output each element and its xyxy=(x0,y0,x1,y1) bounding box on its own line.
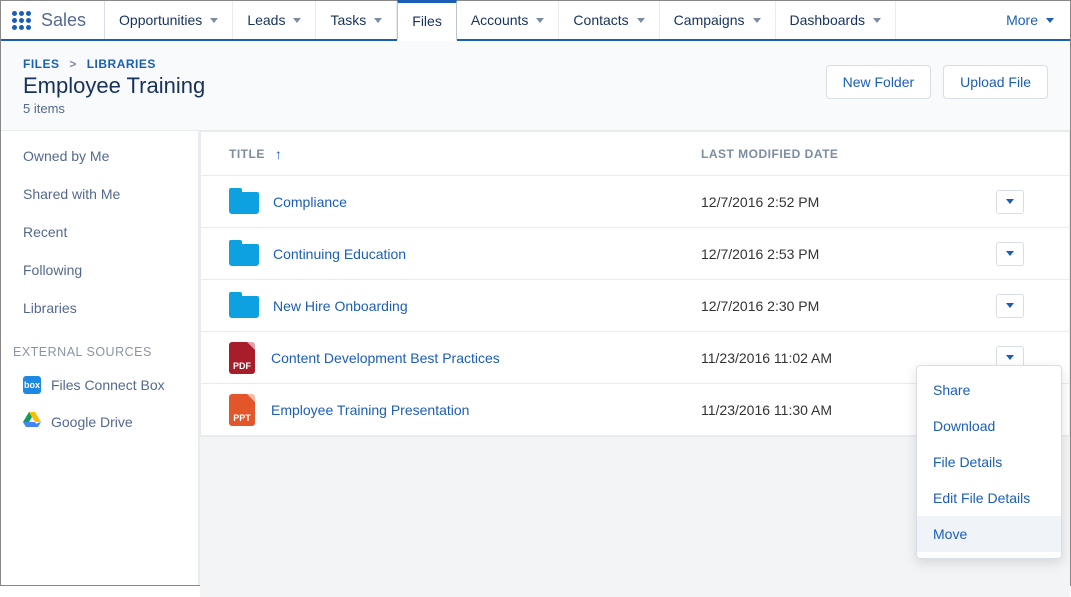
file-title-link[interactable]: Content Development Best Practices xyxy=(271,350,500,366)
nav-tab-label: Contacts xyxy=(573,12,628,28)
nav-tab-dashboards[interactable]: Dashboards xyxy=(776,1,897,39)
menu-item-file-details[interactable]: File Details xyxy=(917,444,1061,480)
breadcrumb[interactable]: FILES > LIBRARIES xyxy=(23,57,205,71)
waffle-icon xyxy=(12,11,31,30)
file-modified-date: 12/7/2016 2:52 PM xyxy=(701,194,951,210)
file-modified-date: 12/7/2016 2:30 PM xyxy=(701,298,951,314)
chevron-down-icon[interactable] xyxy=(293,18,301,23)
sidebar: Owned by MeShared with MeRecentFollowing… xyxy=(1,131,199,585)
nav-tab-leads[interactable]: Leads xyxy=(233,1,316,39)
chevron-down-icon[interactable] xyxy=(374,18,382,23)
menu-item-share[interactable]: Share xyxy=(917,372,1061,408)
nav-tab-tasks[interactable]: Tasks xyxy=(316,1,397,39)
breadcrumb-current[interactable]: LIBRARIES xyxy=(87,57,156,71)
new-folder-button[interactable]: New Folder xyxy=(826,65,932,99)
file-title-link[interactable]: Compliance xyxy=(273,194,347,210)
column-header-date[interactable]: LAST MODIFIED DATE xyxy=(701,147,951,161)
sidebar-external-label: Google Drive xyxy=(51,414,133,430)
column-date-label: LAST MODIFIED DATE xyxy=(701,147,838,161)
sidebar-item-libraries[interactable]: Libraries xyxy=(1,289,198,327)
sidebar-external-header: EXTERNAL SOURCES xyxy=(1,327,198,367)
chevron-down-icon[interactable] xyxy=(536,18,544,23)
nav-tab-label: Accounts xyxy=(471,12,529,28)
chevron-down-icon[interactable] xyxy=(873,18,881,23)
column-header-title[interactable]: TITLE ↑ xyxy=(201,146,701,162)
nav-tab-label: Files xyxy=(412,13,442,29)
nav-tab-campaigns[interactable]: Campaigns xyxy=(660,1,776,39)
nav-more-button[interactable]: More xyxy=(990,1,1070,39)
main-content: TITLE ↑ LAST MODIFIED DATE Compliance 12/… xyxy=(199,131,1070,585)
menu-item-move[interactable]: Move xyxy=(917,516,1061,552)
chevron-down-icon xyxy=(1006,199,1014,204)
header-actions: New Folder Upload File xyxy=(826,65,1048,99)
nav-tab-label: Dashboards xyxy=(790,12,866,28)
menu-item-download[interactable]: Download xyxy=(917,408,1061,444)
file-modified-date: 12/7/2016 2:53 PM xyxy=(701,246,951,262)
chevron-down-icon[interactable] xyxy=(637,18,645,23)
nav-tab-accounts[interactable]: Accounts xyxy=(457,1,560,39)
nav-tab-label: Leads xyxy=(247,12,285,28)
sort-ascending-icon: ↑ xyxy=(275,146,283,162)
breadcrumb-separator: > xyxy=(69,57,77,71)
page-subtitle: 5 items xyxy=(23,101,205,116)
row-action-button[interactable] xyxy=(996,242,1024,266)
column-title-label: TITLE xyxy=(229,147,265,161)
row-action-button[interactable] xyxy=(996,294,1024,318)
chevron-down-icon xyxy=(1006,355,1014,360)
folder-icon xyxy=(229,292,257,320)
app-name: Sales xyxy=(41,1,105,39)
nav-tab-label: Campaigns xyxy=(674,12,745,28)
pdf-file-icon: PDF xyxy=(229,342,255,374)
breadcrumb-root[interactable]: FILES xyxy=(23,57,60,71)
page-header: FILES > LIBRARIES Employee Training 5 it… xyxy=(1,41,1070,131)
upload-file-button[interactable]: Upload File xyxy=(943,65,1048,99)
nav-tabs: Opportunities Leads Tasks Files Accounts Cont… xyxy=(105,1,990,39)
nav-more-label: More xyxy=(1006,12,1038,28)
chevron-down-icon xyxy=(1046,18,1054,23)
row-action-button[interactable] xyxy=(996,190,1024,214)
file-title-link[interactable]: Employee Training Presentation xyxy=(271,402,469,418)
google-drive-icon xyxy=(23,412,41,431)
sidebar-item-following[interactable]: Following xyxy=(1,251,198,289)
nav-tab-files[interactable]: Files xyxy=(397,0,457,41)
nav-tab-contacts[interactable]: Contacts xyxy=(559,1,659,39)
file-title-link[interactable]: New Hire Onboarding xyxy=(273,298,408,314)
chevron-down-icon[interactable] xyxy=(210,18,218,23)
file-title-link[interactable]: Continuing Education xyxy=(273,246,406,262)
file-modified-date: 11/23/2016 11:30 AM xyxy=(701,402,951,418)
chevron-down-icon xyxy=(1006,251,1014,256)
global-nav: Sales Opportunities Leads Tasks Files Accoun… xyxy=(1,1,1070,41)
list-row[interactable]: Continuing Education 12/7/2016 2:53 PM xyxy=(201,228,1069,280)
box-icon: box xyxy=(23,376,41,394)
list-row[interactable]: New Hire Onboarding 12/7/2016 2:30 PM xyxy=(201,280,1069,332)
chevron-down-icon[interactable] xyxy=(753,18,761,23)
sidebar-external-files-connect-box[interactable]: box Files Connect Box xyxy=(1,367,198,403)
app-launcher-icon[interactable] xyxy=(1,1,41,39)
nav-tab-opportunities[interactable]: Opportunities xyxy=(105,1,233,39)
sidebar-external-label: Files Connect Box xyxy=(51,377,165,393)
folder-icon xyxy=(229,188,257,216)
list-header: TITLE ↑ LAST MODIFIED DATE xyxy=(201,132,1069,176)
menu-item-edit-file-details[interactable]: Edit File Details xyxy=(917,480,1061,516)
file-modified-date: 11/23/2016 11:02 AM xyxy=(701,350,951,366)
sidebar-item-shared-with-me[interactable]: Shared with Me xyxy=(1,175,198,213)
page-title: Employee Training xyxy=(23,73,205,99)
sidebar-external-google-drive[interactable]: Google Drive xyxy=(1,403,198,440)
nav-tab-label: Tasks xyxy=(330,12,366,28)
page-body: Owned by MeShared with MeRecentFollowing… xyxy=(1,131,1070,585)
sidebar-item-owned-by-me[interactable]: Owned by Me xyxy=(1,137,198,175)
folder-icon xyxy=(229,240,257,268)
sidebar-item-recent[interactable]: Recent xyxy=(1,213,198,251)
row-action-menu: ShareDownloadFile DetailsEdit File Detai… xyxy=(916,365,1062,559)
nav-tab-label: Opportunities xyxy=(119,12,202,28)
ppt-file-icon: PPT xyxy=(229,394,255,426)
list-row[interactable]: Compliance 12/7/2016 2:52 PM xyxy=(201,176,1069,228)
chevron-down-icon xyxy=(1006,303,1014,308)
